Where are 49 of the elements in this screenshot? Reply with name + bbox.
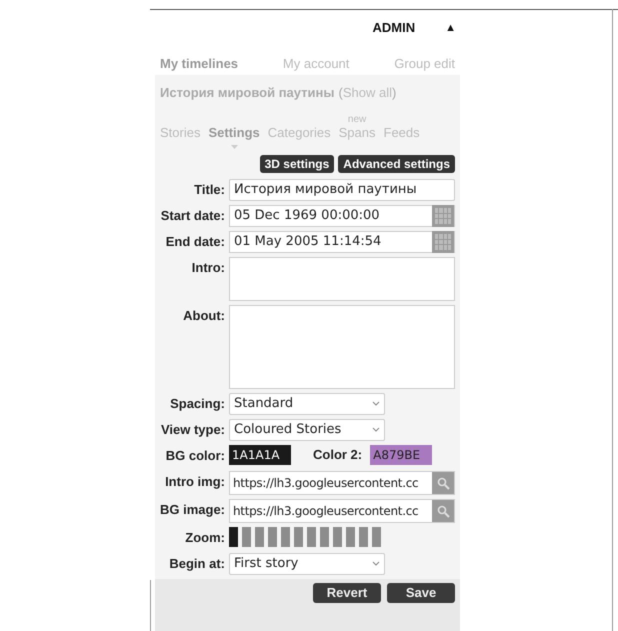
zoom-segment[interactable]: [307, 527, 316, 547]
field-label: Intro img:: [164, 473, 225, 491]
field-label: Start date:: [160, 207, 225, 225]
new-label: new: [348, 115, 366, 125]
zoom-segment[interactable]: [333, 527, 342, 547]
collapse-toggle[interactable]: ▲: [445, 20, 456, 36]
settings-button[interactable]: 3D settings: [260, 155, 334, 173]
timeline-title: История мировой паутины: [160, 84, 334, 102]
chevron-down-icon: [372, 561, 380, 567]
zoom-segment[interactable]: [229, 527, 238, 547]
dropdown[interactable]: Standard: [229, 393, 385, 415]
selected-caret-icon: [230, 145, 238, 149]
paren: ): [392, 84, 396, 102]
zoom-segment[interactable]: [346, 527, 355, 547]
action-button[interactable]: Revert: [313, 583, 381, 603]
color-field[interactable]: 1A1A1A: [229, 445, 291, 465]
text-field[interactable]: История мировой паутины: [229, 179, 455, 201]
zoom-segment[interactable]: [268, 527, 277, 547]
field-label: End date:: [164, 233, 225, 251]
field-label: Color 2:: [313, 446, 362, 464]
field-label: Spacing:: [169, 395, 225, 413]
zoom-segment[interactable]: [281, 527, 290, 547]
zoom-segment[interactable]: [255, 527, 264, 547]
zoom-segment[interactable]: [242, 527, 251, 547]
zoom-segment[interactable]: [359, 527, 368, 547]
color-field[interactable]: A879BE: [370, 445, 432, 465]
zoom-segment[interactable]: [294, 527, 303, 547]
field-label: BG image:: [158, 501, 225, 519]
chevron-down-icon: [372, 401, 380, 407]
field-label: View type:: [160, 421, 225, 439]
action-button[interactable]: Save: [387, 583, 455, 603]
zoom-segment[interactable]: [372, 527, 381, 547]
search-icon[interactable]: [432, 500, 454, 522]
dropdown[interactable]: Coloured Stories: [229, 419, 385, 441]
field-label: Intro:: [190, 259, 225, 277]
text-area[interactable]: [229, 305, 455, 389]
zoom-segment[interactable]: [320, 527, 329, 547]
paren: (: [338, 84, 343, 102]
search-icon[interactable]: [432, 472, 454, 494]
field-label: Begin at:: [168, 555, 225, 573]
chevron-down-icon: [372, 427, 380, 433]
dropdown[interactable]: First story: [229, 553, 385, 575]
field-label: BG color:: [164, 447, 225, 465]
field-label: Title:: [193, 181, 225, 199]
user-name[interactable]: ADMIN: [372, 18, 416, 38]
field-label: Zoom:: [184, 529, 225, 547]
field-label: About:: [182, 307, 225, 325]
text-area[interactable]: [229, 257, 455, 301]
settings-button[interactable]: Advanced settings: [338, 155, 455, 173]
